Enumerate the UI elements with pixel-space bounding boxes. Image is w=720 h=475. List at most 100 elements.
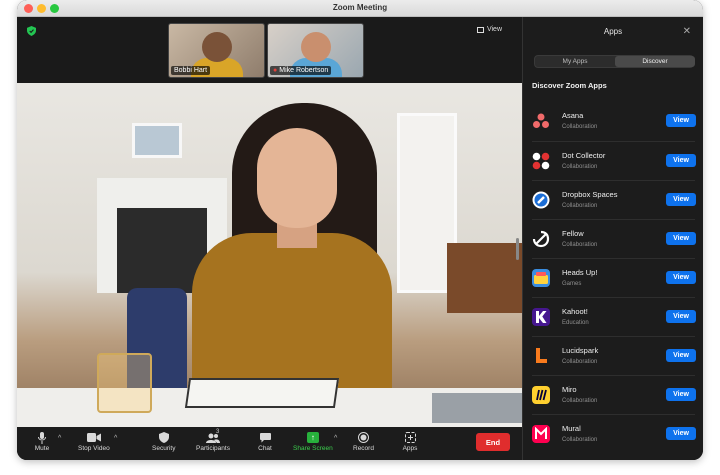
record-icon — [355, 430, 371, 445]
app-category: Collaboration — [562, 242, 598, 248]
video-options-chevron-icon[interactable]: ^ — [114, 435, 117, 442]
app-name: Heads Up! — [562, 268, 598, 277]
app-category: Collaboration — [562, 124, 598, 130]
chat-label: Chat — [258, 445, 272, 452]
chat-button[interactable]: Chat — [257, 430, 273, 452]
participants-label: Participants — [196, 445, 230, 452]
app-list-item[interactable]: Fellow Collaboration View — [532, 219, 696, 258]
app-name: Dropbox Spaces — [562, 190, 618, 199]
title-bar: Zoom Meeting — [17, 0, 703, 17]
fellow-icon — [532, 230, 550, 248]
thumbnail-strip: View Bobbi Hart ● Mike Robertson — [17, 17, 522, 83]
video-laptop — [432, 393, 522, 423]
video-pen-cup — [97, 353, 152, 413]
app-name: Kahoot! — [562, 307, 588, 316]
video-background-picture — [132, 123, 182, 158]
kahoot-icon — [532, 308, 550, 326]
app-list-item[interactable]: Kahoot! Education View — [532, 297, 696, 336]
participant-name-text: Mike Robertson — [279, 67, 329, 74]
view-app-button[interactable]: View — [666, 427, 696, 440]
close-icon[interactable]: ✕ — [683, 26, 691, 37]
apps-label: Apps — [402, 445, 418, 452]
tab-my-apps[interactable]: My Apps — [535, 56, 615, 67]
app-category: Games — [562, 281, 582, 287]
app-list-item[interactable]: Heads Up! Games View — [532, 258, 696, 297]
view-app-button[interactable]: View — [666, 388, 696, 401]
view-app-button[interactable]: View — [666, 232, 696, 245]
view-app-button[interactable]: View — [666, 193, 696, 206]
record-button[interactable]: Record — [353, 430, 374, 452]
share-screen-button[interactable]: ↑ Share Screen — [293, 430, 333, 452]
video-notebook — [184, 378, 340, 408]
app-name: Fellow — [562, 229, 584, 238]
participant-head — [202, 32, 232, 62]
share-screen-label: Share Screen — [293, 445, 333, 452]
mute-label: Mute — [34, 445, 50, 452]
apps-panel-title: Apps — [603, 27, 623, 36]
view-app-button[interactable]: View — [666, 114, 696, 127]
apps-button[interactable]: Apps — [402, 430, 418, 452]
miro-icon — [532, 386, 550, 404]
active-speaker-video — [17, 83, 522, 427]
window-title: Zoom Meeting — [332, 3, 388, 12]
view-app-button[interactable]: View — [666, 310, 696, 323]
participant-name: ● Mike Robertson — [270, 66, 332, 75]
view-app-button[interactable]: View — [666, 271, 696, 284]
video-camera-icon — [86, 430, 102, 445]
participant-name: Bobbi Hart — [171, 66, 211, 75]
mute-button[interactable]: Mute — [34, 430, 50, 452]
discover-section-title: Discover Zoom Apps — [532, 81, 607, 90]
mural-icon — [532, 425, 550, 443]
view-button[interactable]: View — [476, 26, 502, 33]
end-meeting-button[interactable]: End — [476, 433, 510, 451]
stop-video-label: Stop Video — [78, 445, 110, 452]
mute-options-chevron-icon[interactable]: ^ — [58, 435, 61, 442]
participants-button[interactable]: 3 Participants — [196, 429, 230, 452]
stop-video-button[interactable]: Stop Video — [78, 430, 110, 452]
app-category: Education — [562, 320, 589, 326]
lucidspark-icon — [532, 347, 550, 365]
app-list-item[interactable]: Mural Collaboration View — [532, 414, 696, 453]
app-category: Collaboration — [562, 398, 598, 404]
muted-mic-icon: ● — [273, 67, 278, 74]
security-shield-icon — [156, 430, 172, 445]
apps-panel: Apps ✕ My Apps Discover Discover Zoom Ap… — [522, 17, 703, 460]
asana-icon — [532, 112, 550, 130]
participant-name-text: Bobbi Hart — [174, 67, 208, 74]
speaker-face — [257, 128, 337, 228]
app-list-item[interactable]: Miro Collaboration View — [532, 375, 696, 414]
app-name: Dot Collector — [562, 151, 606, 160]
heads-up-icon — [532, 269, 550, 287]
app-name: Miro — [562, 385, 577, 394]
app-list-item[interactable]: Dot Collector Collaboration View — [532, 141, 696, 180]
panel-resize-handle[interactable] — [516, 238, 519, 260]
app-name: Asana — [562, 111, 584, 120]
view-app-button[interactable]: View — [666, 154, 696, 167]
view-app-button[interactable]: View — [666, 349, 696, 362]
shield-icon[interactable] — [27, 26, 36, 36]
apps-tab-switcher: My Apps Discover — [534, 55, 695, 68]
app-list-item[interactable]: Lucidspark Collaboration View — [532, 336, 696, 375]
participant-head — [301, 32, 331, 62]
app-list-item[interactable]: Dropbox Spaces Collaboration View — [532, 180, 696, 219]
participant-thumbnail[interactable]: ● Mike Robertson — [267, 23, 364, 78]
dot-collector-icon — [532, 152, 550, 170]
participants-icon: 3 — [205, 429, 221, 445]
app-category: Collaboration — [562, 203, 598, 209]
share-arrow-icon: ↑ — [306, 432, 319, 443]
security-button[interactable]: Security — [152, 430, 175, 452]
participant-thumbnail[interactable]: Bobbi Hart — [168, 23, 265, 78]
video-area: View Bobbi Hart ● Mike Robertson Mute ^ … — [17, 17, 522, 460]
security-label: Security — [152, 445, 176, 452]
chat-bubble-icon — [257, 430, 273, 445]
app-category: Collaboration — [562, 164, 598, 170]
apps-icon — [402, 430, 418, 445]
app-name: Mural — [562, 424, 581, 433]
zoom-window: Zoom Meeting View Bobbi Hart ● Mike Rober… — [17, 0, 703, 460]
share-options-chevron-icon[interactable]: ^ — [334, 435, 337, 442]
app-list-item[interactable]: Asana Collaboration View — [532, 102, 696, 141]
tab-discover[interactable]: Discover — [615, 56, 695, 67]
microphone-icon — [34, 430, 50, 445]
record-label: Record — [353, 445, 374, 452]
app-category: Collaboration — [562, 359, 598, 365]
